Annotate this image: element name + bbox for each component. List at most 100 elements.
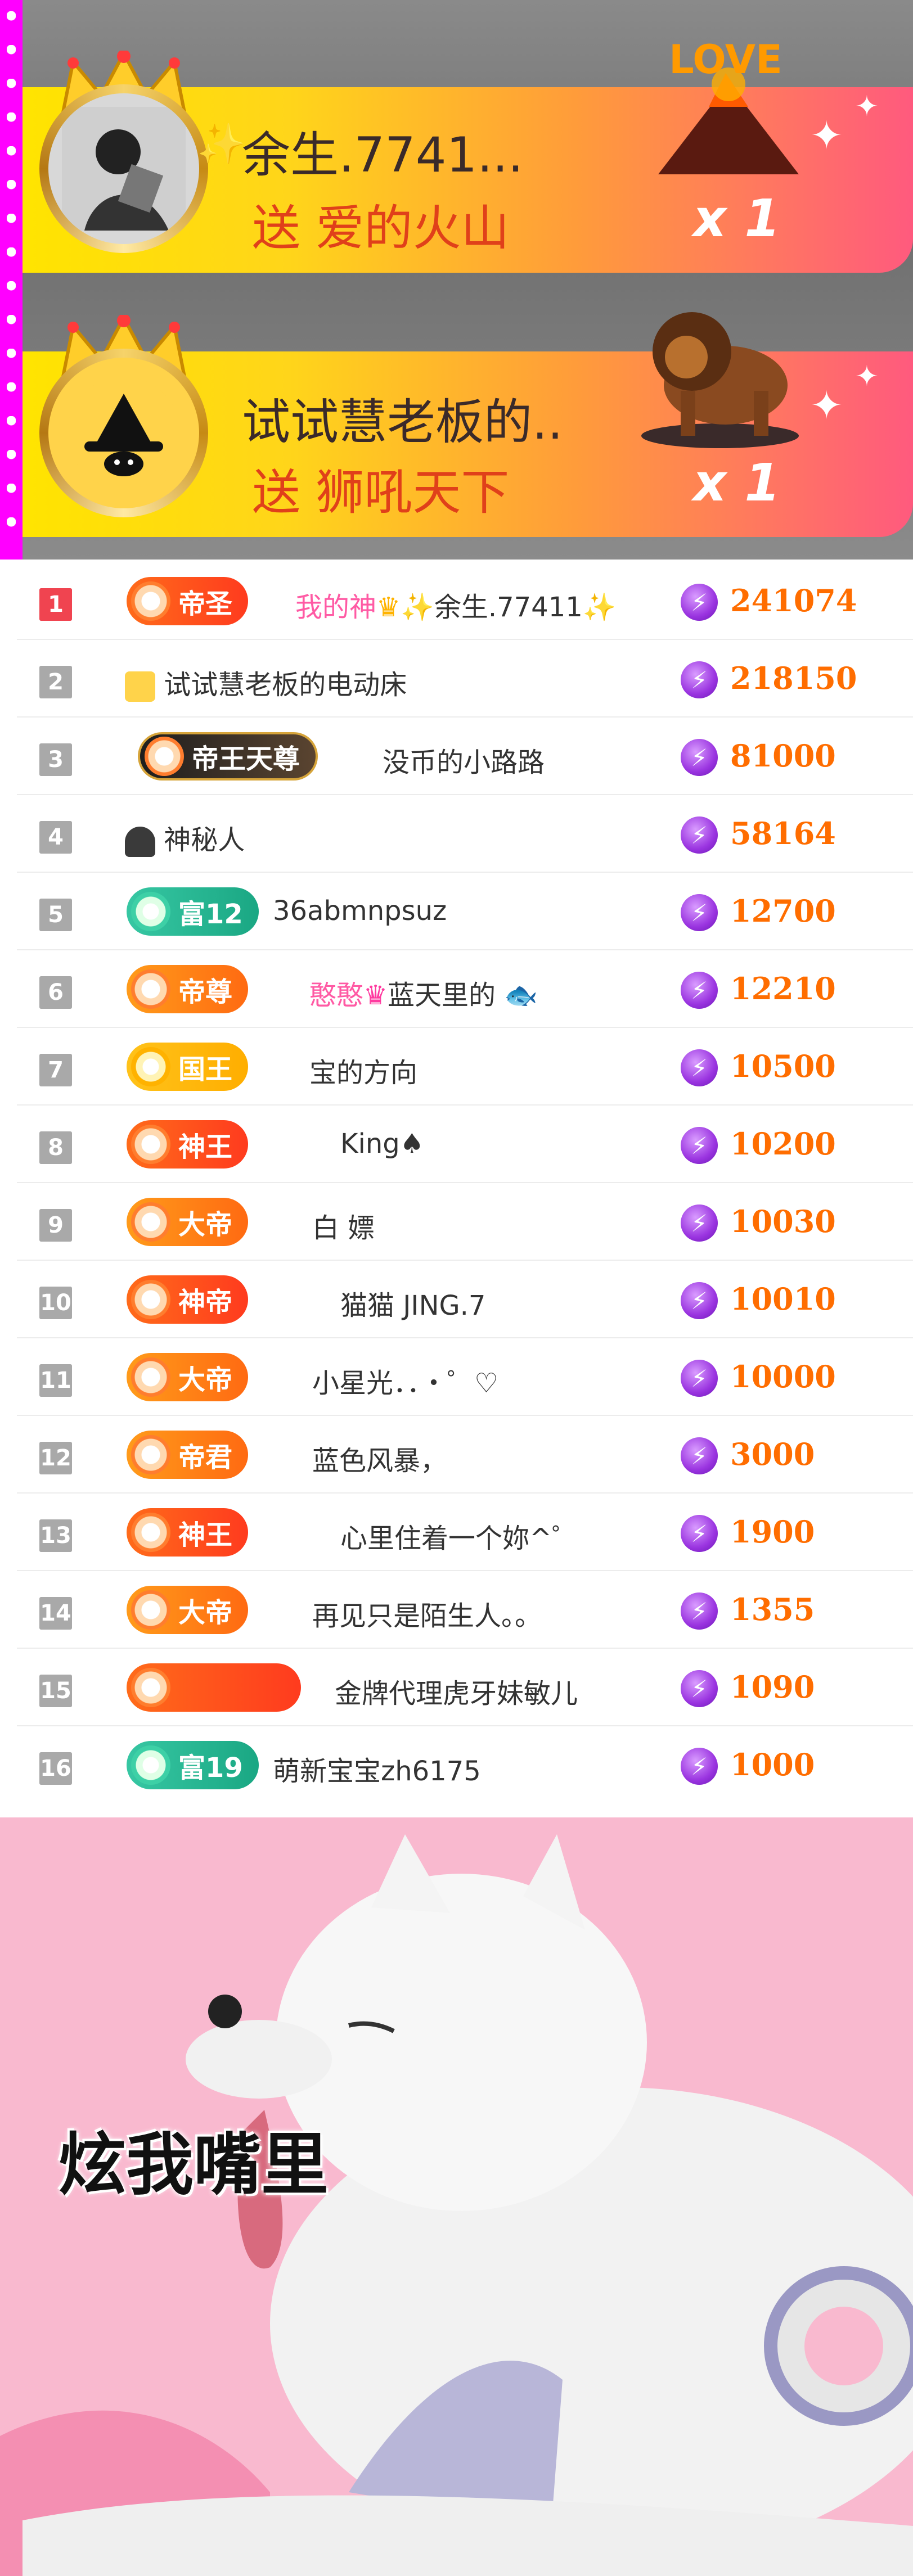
ranking-row[interactable]: 14 大帝 再见只是陌生人。。 ⚡ 1355	[17, 1571, 913, 1649]
contribution-score: 12210	[730, 971, 836, 1007]
rank-number: 14	[39, 1597, 72, 1630]
ranking-row[interactable]: 8 神王 King♠ ⚡ 10200	[17, 1106, 913, 1183]
screenshot-root: ✨ 余生.7741... 送 爱的火山 LOVE x 1 ✦ ✦ 试试慧老板的.…	[0, 0, 913, 2576]
badge-emblem-icon	[145, 737, 184, 776]
badge-emblem-icon	[131, 1047, 170, 1086]
title-badge: 神王	[127, 1508, 249, 1557]
contribution-score: 1355	[730, 1591, 815, 1627]
ranking-row[interactable]: 10 神帝 猫猫 JING.7 ⚡ 10010	[17, 1261, 913, 1338]
lightning-coin-icon: ⚡	[681, 1282, 718, 1319]
ranking-row[interactable]: 9 大帝 白 嫖 ⚡ 10030	[17, 1183, 913, 1261]
contribution-score: 12700	[730, 893, 836, 929]
contribution-score: 58164	[730, 815, 836, 851]
gift-count-1: x 1	[693, 188, 781, 249]
badge-emblem-icon	[131, 1280, 170, 1319]
contribution-score: 1900	[730, 1514, 815, 1550]
user-name: 我的神♛✨余生.77411✨	[295, 592, 617, 623]
avatar-photo-icon	[62, 107, 186, 231]
volcano-gift-icon: LOVE	[658, 37, 799, 174]
contribution-score: 218150	[730, 660, 857, 696]
user-name: 心里住着一个妳^゜	[340, 1523, 579, 1554]
lightning-coin-icon: ⚡	[681, 816, 718, 854]
rank-number: 10	[39, 1287, 72, 1319]
ranking-row[interactable]: 12 帝君 蓝色风暴， ⚡ 3000	[17, 1416, 913, 1494]
title-badge: 富12	[127, 887, 259, 936]
user-name: 萌新宝宝zh6175	[273, 1756, 481, 1787]
contribution-score: 3000	[730, 1436, 815, 1472]
ranking-row[interactable]: 13 神王 心里住着一个妳^゜ ⚡ 1900	[17, 1494, 913, 1571]
gift-message-2: 送 狮吼天下	[252, 464, 510, 521]
ranking-row[interactable]: 5 富12 36abmnpsuz ⚡ 12700	[17, 873, 913, 950]
user-name: 神秘人	[125, 818, 245, 857]
mystery-user-icon	[125, 671, 155, 702]
ranking-row[interactable]: 2 试试慧老板的电动床 ⚡ 218150	[17, 640, 913, 718]
title-badge: 帝君	[127, 1431, 249, 1479]
lightning-coin-icon: ⚡	[681, 1592, 718, 1630]
badge-emblem-icon	[131, 969, 170, 1009]
ranking-row[interactable]: 15 金牌代理虎牙妹敏儿 ⚡ 1090	[17, 1649, 913, 1726]
gift-sender-name-1: 余生.7741...	[242, 127, 524, 183]
contribution-score: 10200	[730, 1126, 836, 1162]
title-badge: 帝尊	[127, 965, 249, 1013]
side-light-strip	[0, 0, 23, 560]
gift-banner-area: ✨ 余生.7741... 送 爱的火山 LOVE x 1 ✦ ✦ 试试慧老板的.…	[0, 0, 913, 560]
user-name: 白 嫖	[312, 1212, 375, 1244]
rank-number: 2	[39, 666, 72, 698]
sparkle-icon: ✨	[582, 592, 617, 623]
contribution-score: 10500	[730, 1048, 836, 1084]
contribution-score: 1090	[730, 1669, 815, 1705]
fish-icon: 🐟	[504, 980, 538, 1011]
badge-emblem-icon	[131, 1668, 170, 1707]
crown-mini-icon: ♛	[363, 980, 388, 1011]
lightning-coin-icon: ⚡	[681, 1127, 718, 1164]
title-badge: 帝圣	[127, 577, 249, 625]
gift-count-2: x 1	[693, 453, 781, 513]
lightning-coin-icon: ⚡	[681, 1748, 718, 1785]
lion-gift-icon	[641, 312, 799, 448]
ranking-row[interactable]: 1 帝圣 我的神♛✨余生.77411✨ ⚡ 241074	[17, 562, 913, 640]
contribution-score: 10000	[730, 1359, 836, 1395]
title-badge: 富19	[127, 1741, 259, 1789]
sparkle-icon: ✦	[810, 112, 843, 159]
lightning-coin-icon: ⚡	[681, 584, 718, 621]
contribution-score: 10010	[730, 1281, 836, 1317]
lightning-coin-icon: ⚡	[681, 1049, 718, 1086]
title-badge	[127, 1663, 301, 1712]
title-badge: 大帝	[127, 1198, 249, 1246]
rank-number: 4	[39, 821, 72, 854]
rank-number: 15	[39, 1675, 72, 1707]
sparkle-icon: ✦	[855, 360, 879, 393]
title-badge: 大帝	[127, 1586, 249, 1634]
rank-number: 6	[39, 976, 72, 1009]
lightning-coin-icon: ⚡	[681, 1204, 718, 1242]
rank-number: 3	[39, 743, 72, 776]
badge-emblem-icon	[131, 1125, 170, 1164]
ranking-row[interactable]: 16 富19 萌新宝宝zh6175 ⚡ 1000	[17, 1726, 913, 1804]
contribution-score: 1000	[730, 1747, 815, 1783]
ranking-row[interactable]: 6 帝尊 憨憨♛蓝天里的 🐟 ⚡ 12210	[17, 950, 913, 1028]
lightning-coin-icon: ⚡	[681, 1515, 718, 1552]
gift-sender-name-2: 试试慧老板的..	[242, 394, 563, 450]
title-badge: 神帝	[127, 1275, 249, 1324]
badge-emblem-icon	[131, 892, 170, 931]
badge-emblem-icon	[131, 581, 170, 621]
user-avatar-2[interactable]	[28, 315, 219, 517]
badge-emblem-icon	[131, 1590, 170, 1630]
gift-message-1: 送 爱的火山	[252, 200, 510, 256]
badge-emblem-icon	[131, 1435, 170, 1474]
sparkle-icon: ✨	[401, 592, 434, 623]
rank-number: 7	[39, 1054, 72, 1086]
ranking-row[interactable]: 11 大帝 小星光．．・゜♡ ⚡ 10000	[17, 1338, 913, 1416]
user-name: 再见只是陌生人。。	[312, 1600, 542, 1632]
rank-number: 12	[39, 1442, 72, 1474]
ranking-row[interactable]: 4 神秘人 ⚡ 58164	[17, 795, 913, 873]
ranking-row[interactable]: 3 帝王天尊 没币的小路路 ⚡ 81000	[17, 718, 913, 795]
mystery-user-icon	[68, 377, 180, 489]
user-name: 没币的小路路	[383, 747, 545, 778]
title-badge: 帝王天尊	[138, 732, 318, 781]
sparkle-icon: ✦	[855, 90, 879, 123]
user-avatar-1[interactable]	[28, 51, 219, 253]
rank-number: 5	[39, 899, 72, 931]
mystery-user-icon	[125, 827, 155, 857]
ranking-row[interactable]: 7 国王 宝的方向 ⚡ 10500	[17, 1028, 913, 1106]
